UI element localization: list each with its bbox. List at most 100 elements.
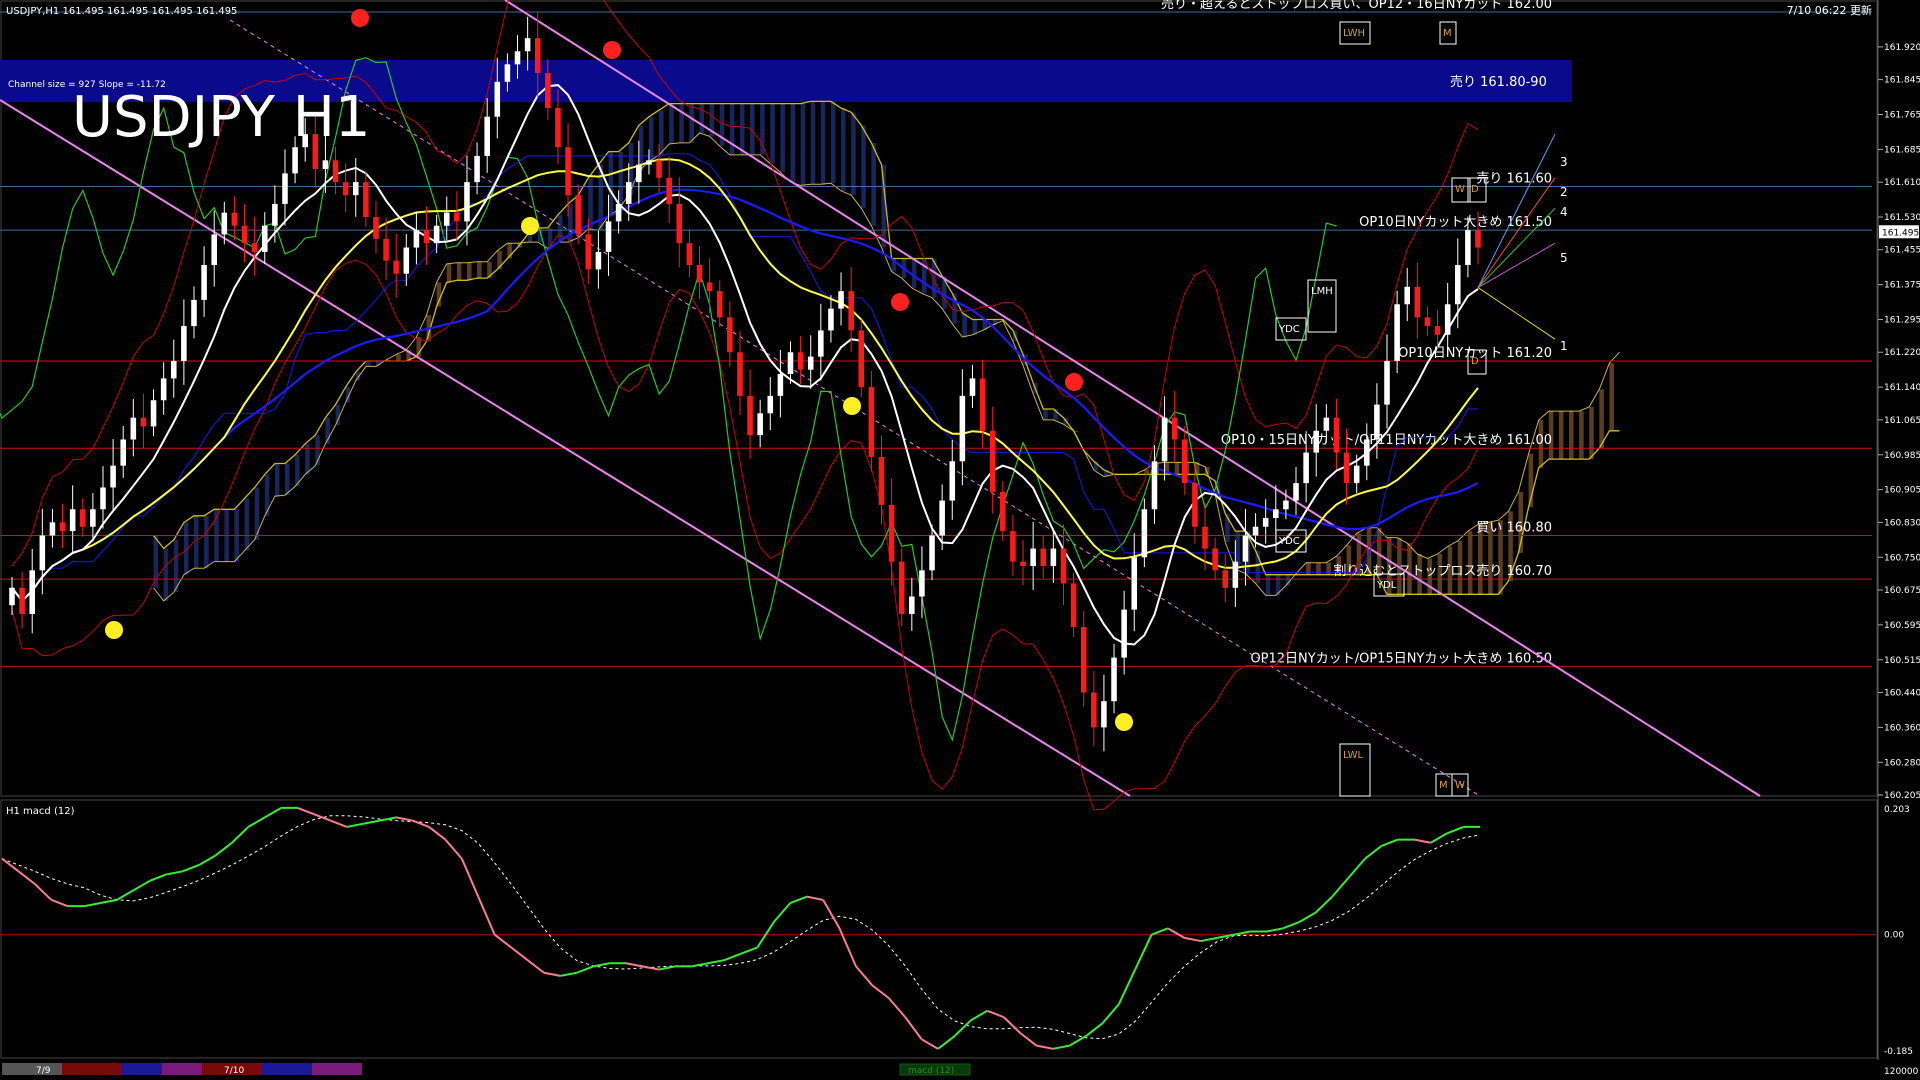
- kumo-slice: [760, 103, 765, 155]
- candle-body: [352, 182, 359, 196]
- candle-body: [797, 352, 804, 370]
- candle-body: [1252, 526, 1259, 536]
- candle-body: [919, 570, 925, 597]
- candle-body: [1394, 304, 1400, 361]
- candle-body: [686, 243, 693, 266]
- candle-body: [605, 221, 612, 252]
- candle-body: [787, 352, 794, 375]
- time-seg-7: [312, 1063, 362, 1075]
- candle-body: [646, 160, 652, 165]
- candle-body: [150, 400, 157, 427]
- projection-label: 5: [1560, 251, 1568, 265]
- candle-body: [1475, 230, 1481, 248]
- candle-body: [251, 243, 258, 252]
- candle-body: [979, 378, 986, 431]
- candle-body: [1010, 531, 1016, 562]
- level-label: 買い 160.80: [1476, 520, 1552, 535]
- axis-label: 160.595: [1884, 621, 1920, 631]
- kumo-slice: [911, 258, 917, 288]
- kumo-slice: [365, 360, 371, 367]
- axis-label: 160.830: [1884, 518, 1920, 528]
- kumo-slice: [1285, 574, 1291, 586]
- candle-body: [706, 282, 713, 292]
- kumo-slice: [1265, 574, 1271, 596]
- kumo-slice: [477, 261, 482, 279]
- time-seg-3: [122, 1063, 162, 1075]
- candle-body: [666, 177, 672, 204]
- candle-body: [39, 535, 46, 571]
- candle-body: [1303, 452, 1309, 484]
- pivot-marker-label: YDL: [1376, 580, 1397, 591]
- kumo-slice: [446, 263, 452, 283]
- candle-body: [615, 203, 622, 222]
- candle-body: [322, 160, 329, 170]
- kumo-slice: [830, 101, 836, 184]
- kumo-slice: [204, 515, 209, 569]
- kumo-slice: [841, 107, 846, 191]
- kumo-slice: [264, 474, 270, 516]
- candle-body: [1222, 570, 1229, 588]
- candle-body: [1192, 483, 1198, 527]
- candle-body: [858, 330, 865, 388]
- pivot-marker-label: D: [1471, 356, 1479, 367]
- candle-body: [1262, 518, 1269, 527]
- kumo-slice: [1579, 411, 1584, 460]
- candle-body: [59, 522, 66, 532]
- candle-body: [160, 378, 167, 401]
- candle-body: [757, 413, 763, 436]
- candle-body: [1060, 548, 1067, 584]
- candle-body: [878, 456, 885, 505]
- candle-body: [1161, 417, 1168, 462]
- candle-body: [140, 417, 147, 427]
- axis-label: 160.985: [1884, 451, 1920, 461]
- kumo-slice: [456, 262, 462, 281]
- kumo-slice: [739, 103, 745, 155]
- candle-body: [989, 430, 996, 492]
- candle-body: [555, 107, 561, 148]
- kumo-slice: [648, 116, 654, 162]
- axis-label: 161.295: [1884, 316, 1920, 326]
- candle-body: [69, 509, 76, 532]
- level-label: OP10・15日NYカット/OP11日NYカット大きめ 161.00: [1221, 433, 1552, 448]
- pivot-marker-label: LWH: [1343, 28, 1365, 39]
- candle-body: [282, 173, 288, 204]
- kumo-slice: [679, 103, 684, 143]
- current-price-label: 161.495: [1882, 228, 1919, 238]
- candle-body: [888, 504, 895, 562]
- axis-label: 161.610: [1884, 178, 1920, 188]
- candle-body: [1202, 526, 1208, 549]
- candle-body: [524, 38, 531, 52]
- pivot-marker-label: YDC: [1278, 324, 1300, 335]
- candle-body: [9, 587, 15, 606]
- macd-title: H1 macd (12): [6, 806, 75, 817]
- candle-body: [929, 535, 935, 571]
- candle-body: [909, 596, 915, 614]
- axis-label: 160.515: [1884, 656, 1920, 666]
- chart-background: [0, 0, 1920, 1080]
- candle-body: [1070, 583, 1077, 628]
- candle-body: [1273, 509, 1279, 519]
- candle: [858, 319, 865, 397]
- candle-body: [868, 387, 875, 457]
- candle-body: [1404, 286, 1411, 305]
- level-label: 割り込むとストップロス売り 160.70: [1333, 563, 1552, 579]
- candle-body: [423, 230, 430, 244]
- forex-chart[interactable]: 売り 161.80-90 売り・超えるとストップロス買い、OP12・16日NYカ…: [0, 0, 1920, 1080]
- pivot-marker-label: M: [1443, 28, 1452, 39]
- candle-body: [727, 317, 733, 353]
- candle-body: [1182, 439, 1188, 484]
- time-seg-2: [62, 1063, 122, 1075]
- candle-body: [1384, 360, 1390, 405]
- fractal-arrow: [843, 397, 861, 415]
- candle-body: [565, 147, 571, 196]
- candle-body: [1232, 561, 1239, 588]
- candle-body: [807, 356, 814, 370]
- candle-body: [1040, 548, 1047, 566]
- axis-label: 161.530: [1884, 213, 1920, 223]
- pivot-marker-label: LWL: [1343, 750, 1364, 761]
- kumo-slice: [244, 498, 250, 551]
- kumo-slice: [436, 282, 442, 307]
- candle-body: [231, 212, 238, 226]
- candle-body: [1030, 548, 1036, 566]
- pivot-marker-label: M: [1439, 780, 1448, 791]
